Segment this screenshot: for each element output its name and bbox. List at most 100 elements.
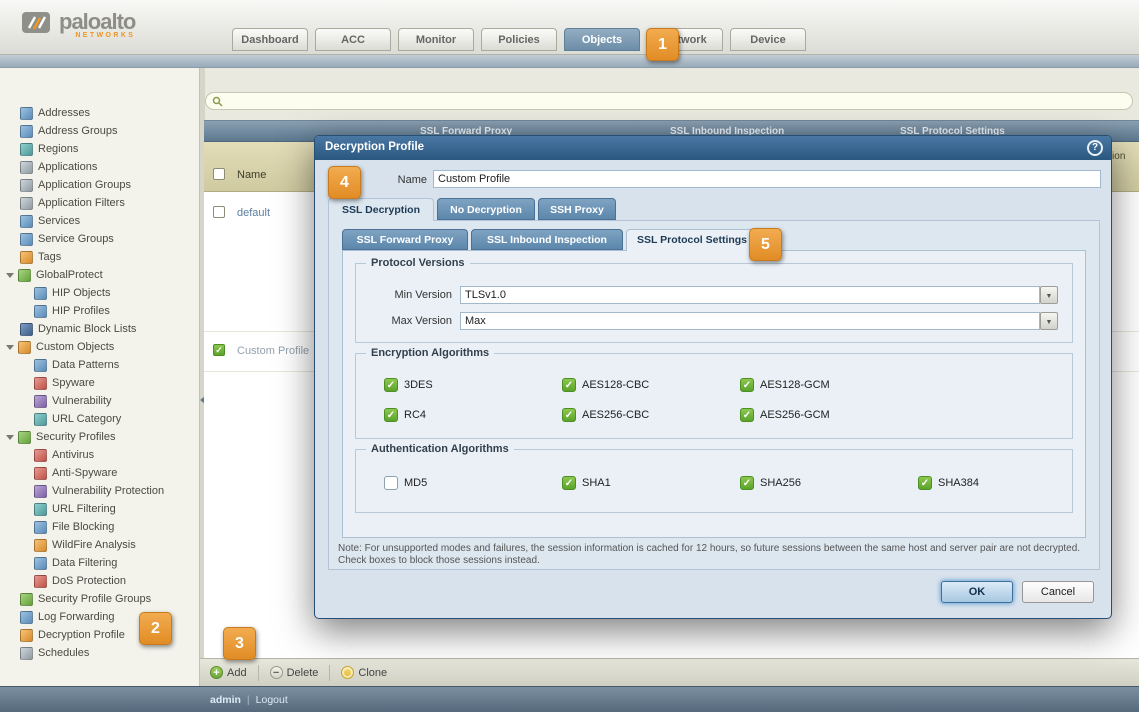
sidebar-item-url-filtering[interactable]: URL Filtering [0, 500, 199, 518]
anti-spyware-icon [34, 467, 47, 480]
globalprotect-icon [18, 269, 31, 282]
sidebar-item-application-filters[interactable]: Application Filters [0, 194, 199, 212]
ok-button[interactable]: OK [941, 581, 1013, 603]
security-profile-groups-icon [20, 593, 33, 606]
decryption-profile-icon [20, 629, 33, 642]
service-groups-icon [20, 233, 33, 246]
brand-name: paloalto [59, 11, 135, 32]
tab-no-decryption[interactable]: No Decryption [437, 198, 535, 220]
clone-button[interactable]: Clone [341, 666, 387, 679]
logged-in-user: admin [210, 694, 241, 706]
decryption-profile-dialog: Decryption Profile ? Name SSL Decryption… [314, 135, 1112, 619]
sidebar-item-dos-protection[interactable]: DoS Protection [0, 572, 199, 590]
expand-caret-icon[interactable] [6, 345, 14, 350]
sidebar-item-dynamic-block-lists[interactable]: Dynamic Block Lists [0, 320, 199, 338]
row-checkbox-custom-profile[interactable] [213, 344, 225, 356]
subtab-ssl-protocol-settings[interactable]: SSL Protocol Settings [626, 229, 758, 251]
authentication-algorithms-group: Authentication Algorithms MD5 SHA1 SHA25… [355, 449, 1073, 513]
sidebar-item-anti-spyware[interactable]: Anti-Spyware [0, 464, 199, 482]
checkbox-3des[interactable] [384, 378, 398, 392]
min-version-select[interactable]: TLSv1.0 [460, 286, 1040, 304]
sidebar-item-service-groups[interactable]: Service Groups [0, 230, 199, 248]
dialog-title-bar[interactable]: Decryption Profile ? [315, 136, 1111, 160]
subtab-ssl-forward-proxy[interactable]: SSL Forward Proxy [342, 229, 468, 250]
sidebar-item-antivirus[interactable]: Antivirus [0, 446, 199, 464]
tab-policies[interactable]: Policies [481, 28, 557, 51]
sidebar-item-vulnerability-protection[interactable]: Vulnerability Protection [0, 482, 199, 500]
checkbox-cell: SHA256 [740, 476, 918, 490]
row-checkbox-default[interactable] [213, 206, 225, 218]
sidebar-item-hip-objects[interactable]: HIP Objects [0, 284, 199, 302]
chevron-down-icon[interactable] [1040, 286, 1058, 304]
tab-device[interactable]: Device [730, 28, 806, 51]
protocol-versions-legend: Protocol Versions [366, 257, 470, 269]
sidebar-item-application-groups[interactable]: Application Groups [0, 176, 199, 194]
sidebar-item-vulnerability[interactable]: Vulnerability [0, 392, 199, 410]
sidebar-item-globalprotect[interactable]: GlobalProtect [0, 266, 199, 284]
encryption-row-1: 3DES AES128-CBC AES128-GCM [384, 378, 918, 392]
sidebar-item-hip-profiles[interactable]: HIP Profiles [0, 302, 199, 320]
cancel-button[interactable]: Cancel [1022, 581, 1094, 603]
sidebar-item-security-profiles[interactable]: Security Profiles [0, 428, 199, 446]
sidebar-item-wildfire-analysis[interactable]: WildFire Analysis [0, 536, 199, 554]
antivirus-icon [34, 449, 47, 462]
expand-caret-icon[interactable] [6, 435, 14, 440]
checkbox-aes128-gcm[interactable] [740, 378, 754, 392]
tab-ssl-decryption[interactable]: SSL Decryption [328, 198, 434, 221]
sidebar-item-services[interactable]: Services [0, 212, 199, 230]
sidebar-item-data-filtering[interactable]: Data Filtering [0, 554, 199, 572]
checkbox-aes256-gcm[interactable] [740, 408, 754, 422]
checkbox-sha384[interactable] [918, 476, 932, 490]
data-patterns-icon [34, 359, 47, 372]
filter-input[interactable] [228, 95, 1126, 107]
sidebar-item-security-profile-groups[interactable]: Security Profile Groups [0, 590, 199, 608]
sidebar-item-custom-objects[interactable]: Custom Objects [0, 338, 199, 356]
help-icon[interactable]: ? [1087, 140, 1103, 156]
checkbox-cell: RC4 [384, 408, 562, 422]
callout-step-4: 4 [328, 166, 361, 199]
expand-caret-icon[interactable] [6, 273, 14, 278]
tab-ssh-proxy[interactable]: SSH Proxy [538, 198, 616, 220]
hip-objects-icon [34, 287, 47, 300]
tab-dashboard[interactable]: Dashboard [232, 28, 308, 51]
sub-header-band [0, 55, 1139, 68]
profile-name-input[interactable] [433, 170, 1101, 188]
regions-icon [20, 143, 33, 156]
sidebar-item-file-blocking[interactable]: File Blocking [0, 518, 199, 536]
paloalto-logo-icon [22, 11, 52, 35]
sidebar-item-data-patterns[interactable]: Data Patterns [0, 356, 199, 374]
checkbox-sha1[interactable] [562, 476, 576, 490]
max-version-select[interactable]: Max [460, 312, 1040, 330]
add-button[interactable]: + Add [210, 666, 247, 679]
tab-monitor[interactable]: Monitor [398, 28, 474, 51]
subtab-ssl-inbound-inspection[interactable]: SSL Inbound Inspection [471, 229, 623, 250]
checkbox-md5[interactable] [384, 476, 398, 490]
sidebar-item-schedules[interactable]: Schedules [0, 644, 199, 662]
select-all-checkbox[interactable] [213, 168, 225, 180]
sidebar-item-address-groups[interactable]: Address Groups [0, 122, 199, 140]
checkbox-sha256[interactable] [740, 476, 754, 490]
sidebar-item-url-category[interactable]: URL Category [0, 410, 199, 428]
sidebar-item-applications[interactable]: Applications [0, 158, 199, 176]
checkbox-rc4[interactable] [384, 408, 398, 422]
checkbox-aes128-cbc[interactable] [562, 378, 576, 392]
chevron-down-icon[interactable] [1040, 312, 1058, 330]
encryption-algorithms-legend: Encryption Algorithms [366, 347, 494, 359]
dialog-note-text: Note: For unsupported modes and failures… [338, 543, 1090, 566]
authentication-algorithms-legend: Authentication Algorithms [366, 443, 514, 455]
logout-link[interactable]: Logout [256, 694, 288, 706]
addresses-icon [20, 107, 33, 120]
log-forwarding-icon [20, 611, 33, 624]
sidebar-item-spyware[interactable]: Spyware [0, 374, 199, 392]
bottom-toolbar: + Add − Delete Clone [200, 658, 1139, 686]
tab-objects[interactable]: Objects [564, 28, 640, 51]
ssl-protocol-settings-panel: Protocol Versions Min Version TLSv1.0 Ma… [342, 250, 1086, 538]
file-blocking-icon [34, 521, 47, 534]
sidebar-item-regions[interactable]: Regions [0, 140, 199, 158]
sidebar-item-addresses[interactable]: Addresses [0, 104, 199, 122]
ssl-decryption-panel: SSL Forward Proxy SSL Inbound Inspection… [328, 220, 1100, 570]
checkbox-aes256-cbc[interactable] [562, 408, 576, 422]
tab-acc[interactable]: ACC [315, 28, 391, 51]
delete-button[interactable]: − Delete [270, 666, 319, 679]
sidebar-item-tags[interactable]: Tags [0, 248, 199, 266]
